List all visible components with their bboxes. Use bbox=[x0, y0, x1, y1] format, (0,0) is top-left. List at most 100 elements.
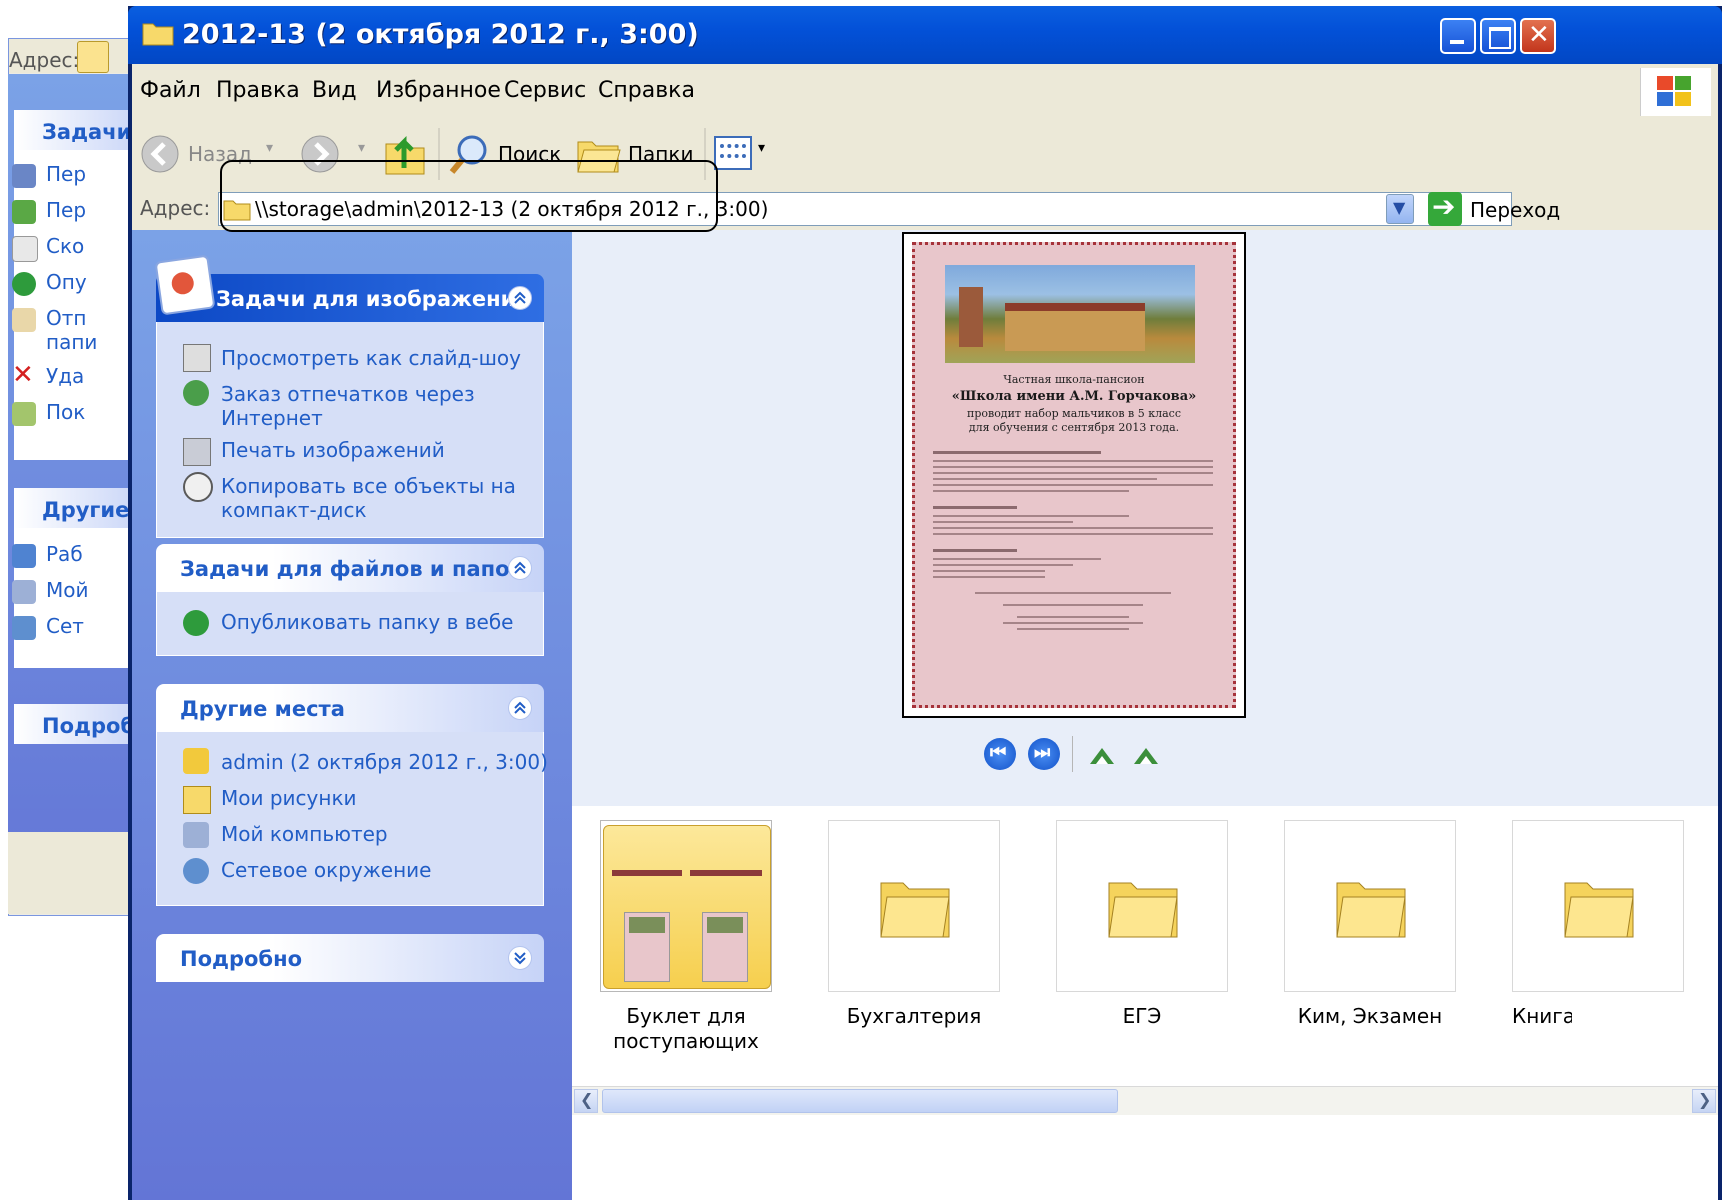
scroll-right-button[interactable]: ❯ bbox=[1692, 1089, 1716, 1113]
bg-task-item[interactable]: ✕ Уда bbox=[12, 360, 84, 394]
preview-image[interactable]: Частная школа-пансион «Школа имени А.М. … bbox=[902, 232, 1246, 718]
folder-label[interactable]: Буклет для поступающих bbox=[586, 1004, 786, 1054]
collapse-icon[interactable] bbox=[508, 286, 532, 310]
copy-to-cd-link[interactable]: Копировать все объекты на компакт-диск bbox=[221, 474, 521, 522]
filmstrip-preview: Частная школа-пансион «Школа имени А.М. … bbox=[572, 230, 1718, 806]
other-place-my-pictures[interactable]: Мои рисунки bbox=[221, 786, 521, 810]
address-label: Адрес: bbox=[140, 196, 211, 220]
windows-logo-icon bbox=[1640, 68, 1711, 116]
menu-help[interactable]: Справка bbox=[598, 78, 695, 103]
bg-task-item[interactable]: Опу bbox=[12, 270, 87, 300]
menu-bar: Файл Правка Вид Избранное Сервис Справка bbox=[132, 64, 1718, 121]
other-places-header[interactable]: Другие места bbox=[156, 684, 544, 732]
back-arrow-icon bbox=[141, 135, 179, 173]
order-prints-link[interactable]: Заказ отпечатков через Интернет bbox=[221, 382, 521, 430]
views-button[interactable]: ▾ bbox=[714, 134, 778, 174]
other-place-my-computer[interactable]: Мой компьютер bbox=[221, 822, 521, 846]
folder-icon bbox=[1108, 882, 1178, 938]
pictures-icon bbox=[154, 254, 216, 316]
network-icon bbox=[183, 858, 209, 884]
bg-address-label: Адрес: bbox=[9, 48, 80, 72]
image-tasks-body: Просмотреть как слайд-шоу Заказ отпечатк… bbox=[156, 322, 544, 538]
folder-label[interactable]: Ким, Экзамен bbox=[1270, 1004, 1470, 1029]
horizontal-scrollbar[interactable]: ❮ ❯ bbox=[572, 1086, 1718, 1115]
other-places-body: admin (2 октября 2012 г., 3:00) Мои рису… bbox=[156, 732, 548, 906]
bg-task-item[interactable]: Пер bbox=[12, 198, 86, 228]
address-highlight-callout bbox=[220, 160, 718, 232]
publish-icon bbox=[12, 272, 36, 296]
details-title: Подробно bbox=[180, 947, 303, 971]
chevron-down-icon: ▼ bbox=[1393, 198, 1406, 217]
cd-icon bbox=[183, 472, 213, 502]
delete-icon: ✕ bbox=[12, 360, 34, 390]
poster-line1: Частная школа-пансион bbox=[1003, 373, 1145, 386]
menu-file[interactable]: Файл bbox=[140, 78, 201, 103]
slideshow-link[interactable]: Просмотреть как слайд-шоу bbox=[221, 346, 521, 370]
rotate-clockwise-button[interactable] bbox=[1088, 742, 1118, 766]
bg-other-item[interactable]: Сет bbox=[12, 614, 84, 644]
folder-thumbnail[interactable] bbox=[1056, 820, 1228, 992]
go-arrow-icon: ➔ bbox=[1428, 190, 1462, 226]
thumbnail-strip: Буклет для поступающих Бухгалтерия ЕГЭ К… bbox=[572, 806, 1718, 1076]
menu-view[interactable]: Вид bbox=[312, 78, 357, 103]
details-header[interactable]: Подробно bbox=[156, 934, 544, 982]
menu-edit[interactable]: Правка bbox=[216, 78, 300, 103]
folder-thumbnail[interactable] bbox=[1512, 820, 1684, 992]
folder-label[interactable]: ЕГЭ bbox=[1042, 1004, 1242, 1029]
close-icon: ✕ bbox=[1528, 20, 1550, 50]
background-task-pane: Задачи Пер Пер Ско Опу Отп папи ✕ Уда Пок… bbox=[8, 74, 148, 914]
print-images-link[interactable]: Печать изображений bbox=[221, 438, 521, 462]
bg-other-item[interactable]: Раб bbox=[12, 542, 83, 572]
previous-image-button[interactable]: ⏮ bbox=[984, 738, 1016, 770]
folder-label[interactable]: Бухгалтерия bbox=[814, 1004, 1014, 1029]
menu-tools[interactable]: Сервис bbox=[504, 78, 586, 103]
file-tasks-title: Задачи для файлов и папок bbox=[180, 557, 524, 581]
scroll-thumb[interactable] bbox=[602, 1089, 1118, 1113]
bg-task-item[interactable]: Пер bbox=[12, 162, 86, 192]
content-area: Задачи для изображений Просмотреть как с… bbox=[132, 230, 1718, 1200]
rotate-counterclockwise-button[interactable] bbox=[1132, 742, 1162, 766]
folder-icon bbox=[142, 23, 174, 46]
close-button[interactable]: ✕ bbox=[1520, 18, 1556, 54]
folder-thumbnail[interactable] bbox=[1284, 820, 1456, 992]
views-dropdown-icon: ▾ bbox=[758, 140, 766, 156]
folder-icon bbox=[77, 41, 109, 73]
previous-icon: ⏮ bbox=[990, 742, 1007, 763]
file-view: Частная школа-пансион «Школа имени А.М. … bbox=[572, 230, 1718, 1200]
back-dropdown-icon: ▾ bbox=[266, 140, 274, 156]
bg-task-item[interactable]: Пок bbox=[12, 400, 85, 430]
scroll-left-button[interactable]: ❮ bbox=[574, 1089, 598, 1113]
go-button[interactable]: ➔ Переход bbox=[1428, 190, 1568, 228]
bg-statusbar bbox=[8, 832, 148, 914]
bg-other-item[interactable]: Мой bbox=[12, 578, 89, 608]
file-tasks-header[interactable]: Задачи для файлов и папок bbox=[156, 544, 544, 592]
my-pictures-icon bbox=[183, 786, 211, 814]
folder-thumbnail[interactable] bbox=[828, 820, 1000, 992]
folder-label[interactable]: Книга bbox=[1512, 1004, 1572, 1029]
minimize-button[interactable] bbox=[1440, 18, 1476, 54]
image-tasks-title: Задачи для изображений bbox=[216, 287, 531, 311]
expand-icon[interactable] bbox=[508, 946, 532, 970]
poster-line4: для обучения с сентября 2013 года. bbox=[968, 421, 1180, 434]
copy-icon bbox=[12, 236, 38, 262]
next-image-button[interactable]: ⏭ bbox=[1028, 738, 1060, 770]
folder-thumbnail[interactable] bbox=[600, 820, 772, 992]
address-dropdown-button[interactable]: ▼ bbox=[1386, 194, 1414, 224]
menu-favorites[interactable]: Избранное bbox=[376, 78, 501, 103]
title-bar[interactable]: 2012-13 (2 октября 2012 г., 3:00) ✕ bbox=[128, 6, 1722, 64]
folder-icon bbox=[880, 882, 950, 938]
views-icon bbox=[714, 136, 752, 170]
bg-task-item[interactable]: Ско bbox=[12, 234, 84, 264]
other-place-admin[interactable]: admin (2 октября 2012 г., 3:00) bbox=[221, 750, 548, 774]
collapse-icon[interactable] bbox=[508, 556, 532, 580]
publish-folder-link[interactable]: Опубликовать папку в вебе bbox=[221, 610, 521, 634]
computer-icon bbox=[12, 164, 36, 188]
my-computer-icon bbox=[183, 822, 209, 848]
other-place-network[interactable]: Сетевое окружение bbox=[221, 858, 521, 882]
collapse-icon[interactable] bbox=[508, 696, 532, 720]
maximize-button[interactable] bbox=[1480, 18, 1516, 54]
details-panel: Подробно bbox=[156, 934, 544, 982]
forward-dropdown-icon[interactable]: ▾ bbox=[358, 140, 365, 156]
poster-body-text bbox=[933, 445, 1213, 685]
file-tasks-body: Опубликовать папку в вебе bbox=[156, 592, 544, 656]
